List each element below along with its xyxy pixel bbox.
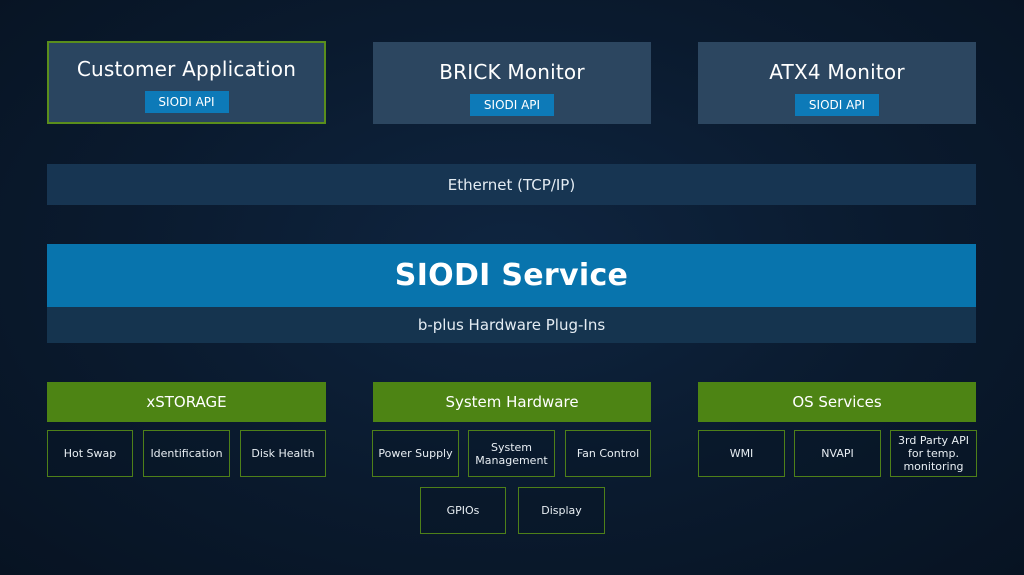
leaf-system-management: System Management [468,430,555,477]
brick-monitor-box: BRICK Monitor SIODI API [373,42,651,124]
leaf-fan-control: Fan Control [565,430,651,477]
siodi-api-tag: SIODI API [470,94,554,116]
app-title: ATX4 Monitor [769,60,905,84]
leaf-disk-health: Disk Health [240,430,326,477]
leaf-wmi: WMI [698,430,785,477]
siodi-api-tag: SIODI API [795,94,879,116]
system-hardware-header: System Hardware [373,382,651,422]
leaf-nvapi: NVAPI [794,430,881,477]
app-title: BRICK Monitor [439,60,585,84]
customer-application-box: Customer Application SIODI API [47,41,326,124]
siodi-service-layer: SIODI Service [47,244,976,307]
app-title: Customer Application [76,57,297,81]
os-services-header: OS Services [698,382,976,422]
atx4-monitor-box: ATX4 Monitor SIODI API [698,42,976,124]
hardware-plugins-layer: b-plus Hardware Plug-Ins [47,307,976,343]
siodi-api-tag: SIODI API [144,91,229,113]
leaf-3rd-party-api: 3rd Party API for temp. monitoring [890,430,977,477]
leaf-power-supply: Power Supply [372,430,459,477]
leaf-hot-swap: Hot Swap [47,430,133,477]
xstorage-header: xSTORAGE [47,382,326,422]
leaf-display: Display [518,487,605,534]
leaf-gpios: GPIOs [420,487,506,534]
ethernet-layer: Ethernet (TCP/IP) [47,164,976,205]
leaf-identification: Identification [143,430,230,477]
